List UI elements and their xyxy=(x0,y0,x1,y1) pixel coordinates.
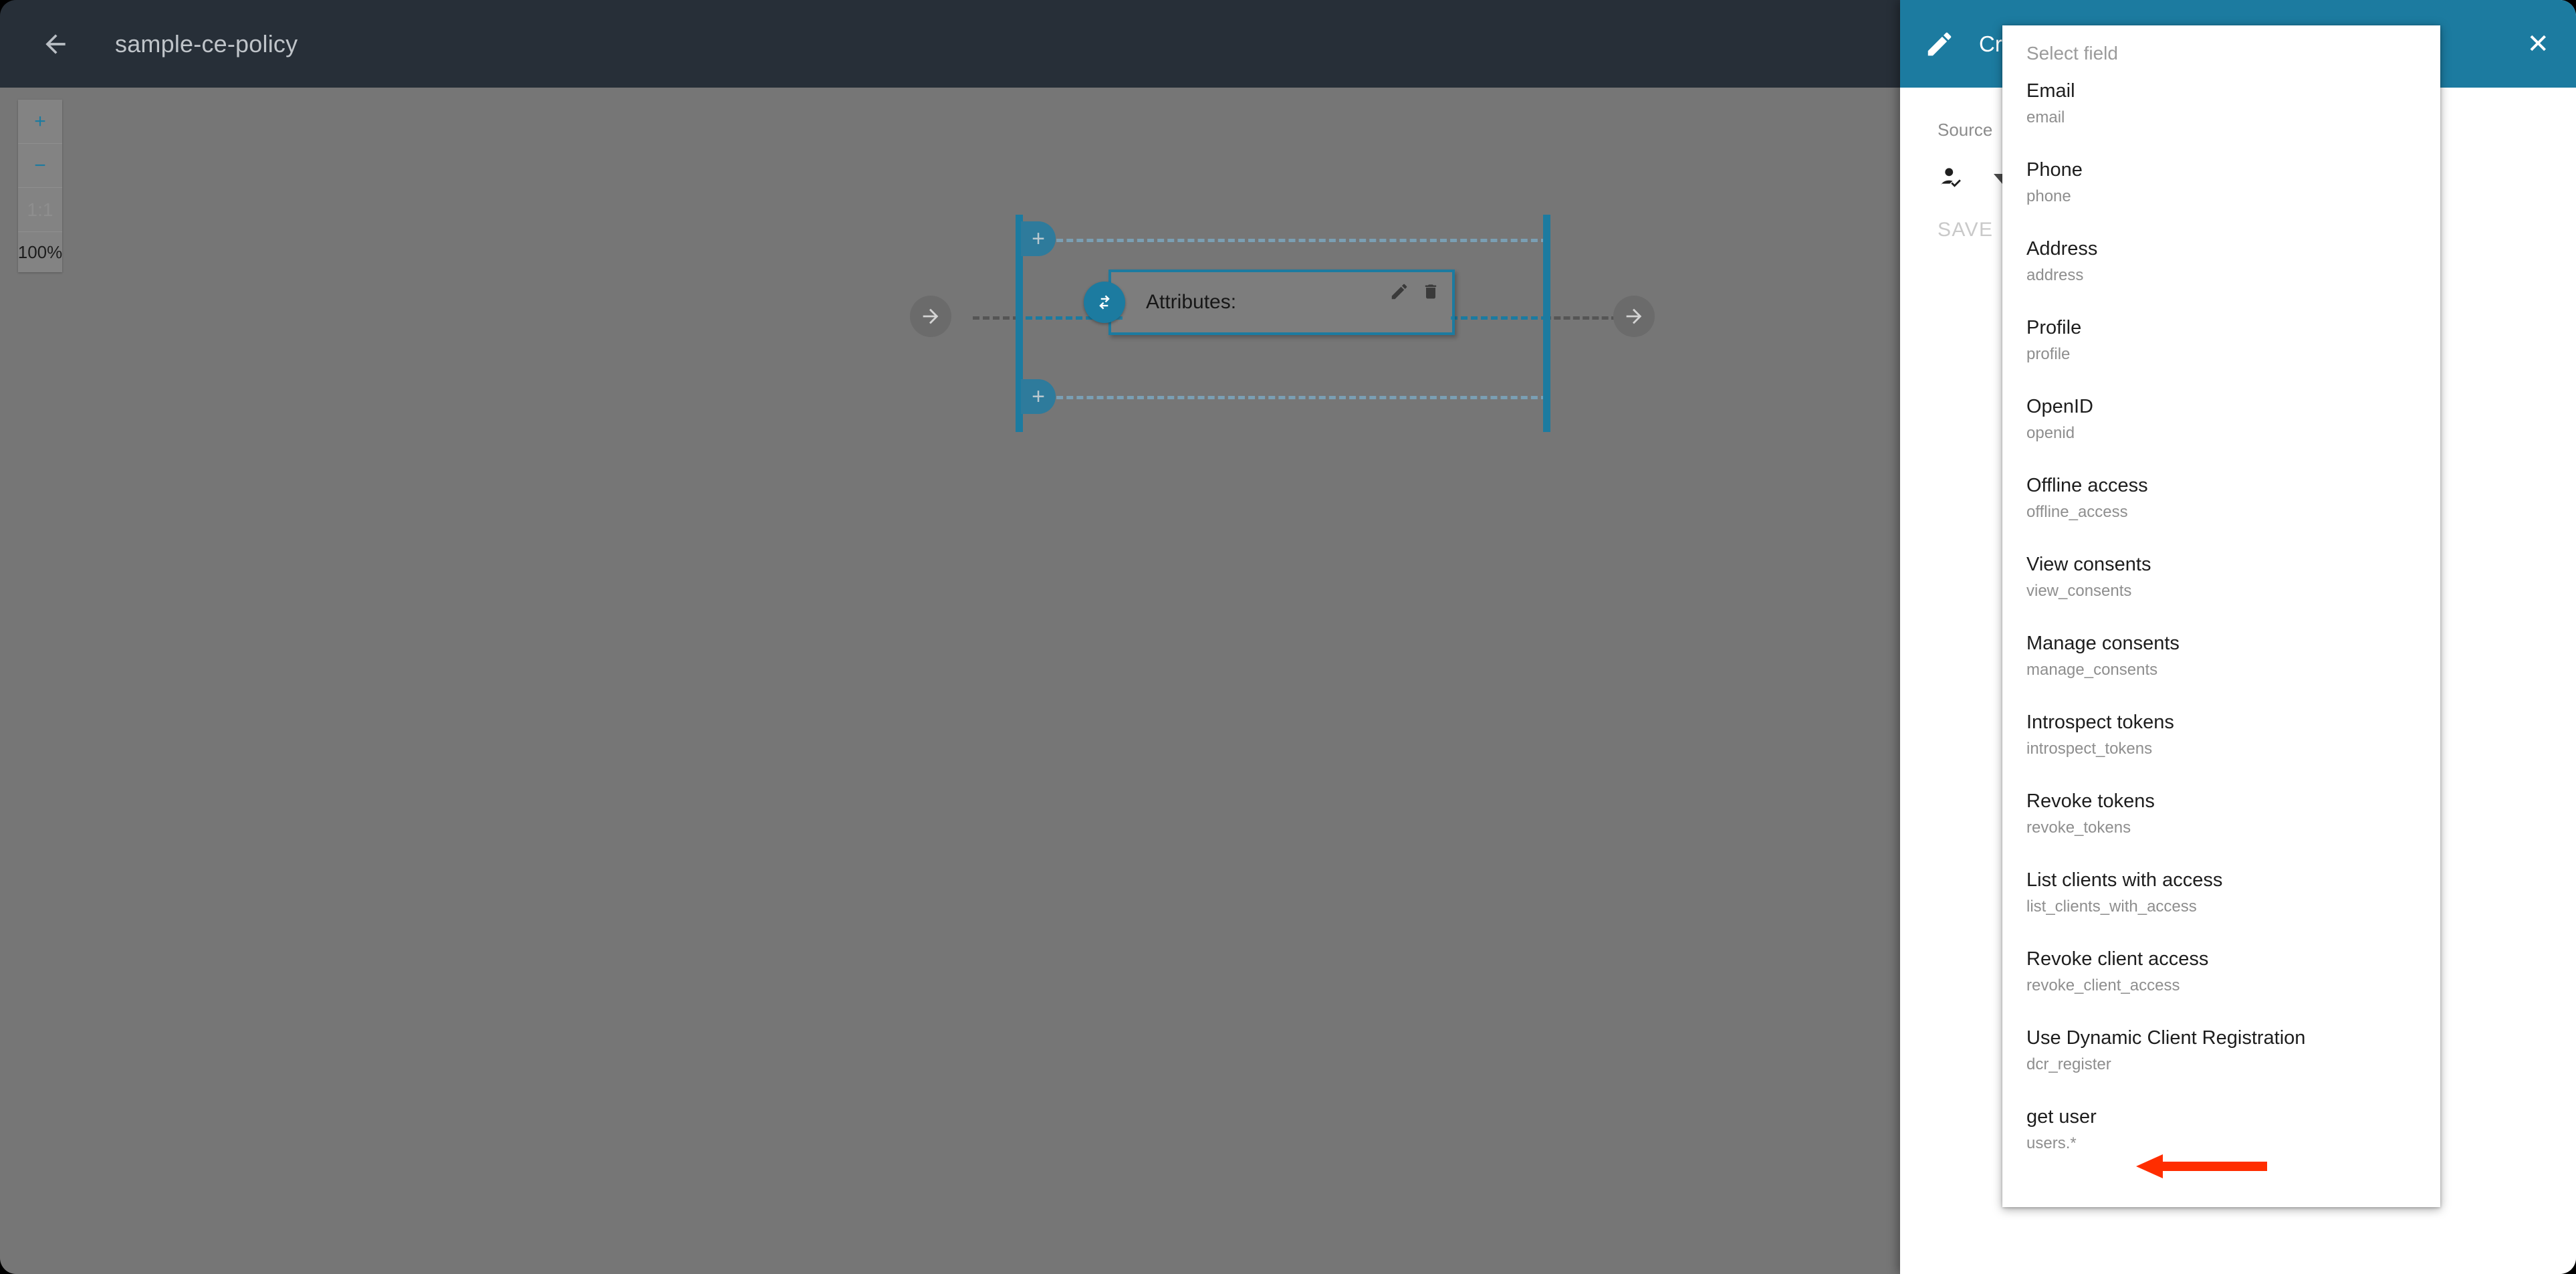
dropdown-option-label: Revoke client access xyxy=(2026,948,2209,970)
arrow-right-icon xyxy=(1626,308,1642,324)
dropdown-option-label: Offline access xyxy=(2026,474,2148,496)
dropdown-placeholder: Select field xyxy=(2026,43,2118,64)
dropdown-option-label: OpenID xyxy=(2026,395,2093,417)
dropdown-option-label: Address xyxy=(2026,237,2098,259)
connector-end-segment xyxy=(1544,316,1618,320)
attributes-join-badge[interactable] xyxy=(1084,282,1125,323)
dropdown-option[interactable]: Email email xyxy=(2002,64,2440,143)
dropdown-option-label: Use Dynamic Client Registration xyxy=(2026,1027,2306,1049)
dropdown-option-label: Phone xyxy=(2026,158,2083,181)
arrow-left-icon xyxy=(45,33,66,54)
dropdown-option-label: Introspect tokens xyxy=(2026,711,2174,733)
save-button[interactable]: SAVE xyxy=(1938,219,1993,241)
add-branch-top-button[interactable]: + xyxy=(1021,221,1056,256)
dropdown-option[interactable]: Manage consents manage_consents xyxy=(2002,617,2440,696)
dropdown-option-value: email xyxy=(2026,108,2065,126)
pencil-icon xyxy=(1924,29,1955,60)
connector-branch-bottom xyxy=(1046,396,1548,399)
dropdown-option-value: view_consents xyxy=(2026,581,2132,600)
plus-icon: + xyxy=(1032,226,1045,251)
dropdown-option-label: Manage consents xyxy=(2026,632,2180,654)
dropdown-option[interactable]: Offline access offline_access xyxy=(2002,459,2440,538)
connector-branch-top xyxy=(1046,239,1548,242)
flow-start-node[interactable] xyxy=(910,296,951,337)
dropdown-option-label: get user xyxy=(2026,1105,2097,1128)
dropdown-option-label: Revoke tokens xyxy=(2026,790,2155,812)
dropdown-option-list: Email email Phone phone Address address Profil… xyxy=(2002,64,2440,1169)
dropdown-option-value: offline_access xyxy=(2026,502,2128,521)
pencil-icon[interactable] xyxy=(1389,282,1409,305)
dropdown-option[interactable]: View consents view_consents xyxy=(2002,538,2440,617)
person-check-icon xyxy=(1938,162,1968,196)
dropdown-option-label: List clients with access xyxy=(2026,869,2223,891)
dropdown-option-value: address xyxy=(2026,266,2084,284)
close-icon[interactable]: ✕ xyxy=(2527,31,2549,58)
join-bar-right[interactable] xyxy=(1543,215,1550,432)
add-branch-bottom-button[interactable]: + xyxy=(1021,379,1056,414)
dropdown-option[interactable]: Revoke tokens revoke_tokens xyxy=(2002,774,2440,853)
dropdown-option-label: Profile xyxy=(2026,316,2082,338)
dropdown-option-label: Email xyxy=(2026,80,2075,102)
dropdown-option-value: openid xyxy=(2026,423,2075,442)
dropdown-option[interactable]: Use Dynamic Client Registration dcr_regis… xyxy=(2002,1011,2440,1090)
dropdown-option[interactable]: Phone phone xyxy=(2002,143,2440,222)
dropdown-option-value: dcr_register xyxy=(2026,1055,2111,1073)
dropdown-option[interactable]: List clients with access list_clients_wit… xyxy=(2002,853,2440,932)
merge-arrows-icon xyxy=(1099,295,1110,310)
attributes-node-label: Attributes: xyxy=(1146,291,1237,313)
dropdown-option[interactable]: Profile profile xyxy=(2002,301,2440,380)
dropdown-option-value: revoke_tokens xyxy=(2026,818,2131,837)
dropdown-option[interactable]: OpenID openid xyxy=(2002,380,2440,459)
dropdown-option-value: revoke_client_access xyxy=(2026,976,2180,994)
page-title: sample-ce-policy xyxy=(115,29,298,58)
application-window: sample-ce-policy + − 1:1 100% + + Attrib… xyxy=(0,0,2576,1274)
dropdown-option-label: View consents xyxy=(2026,553,2151,575)
dropdown-option-value: manage_consents xyxy=(2026,660,2158,679)
arrow-right-icon xyxy=(923,308,939,324)
dropdown-option[interactable]: Address address xyxy=(2002,222,2440,301)
dropdown-option-value: introspect_tokens xyxy=(2026,739,2153,758)
dropdown-option[interactable]: get user users.* xyxy=(2002,1090,2440,1169)
connector-main-right xyxy=(1451,316,1548,320)
dropdown-option[interactable]: Introspect tokens introspect_tokens xyxy=(2002,696,2440,774)
plus-icon: + xyxy=(1032,384,1045,409)
dropdown-option[interactable]: Revoke client access revoke_client_access xyxy=(2002,932,2440,1011)
field-select-dropdown[interactable]: Select field Email email Phone phone Address… xyxy=(2002,25,2440,1207)
dropdown-option-value: list_clients_with_access xyxy=(2026,897,2197,916)
dropdown-option-value: profile xyxy=(2026,344,2071,363)
dropdown-option-value: phone xyxy=(2026,187,2071,205)
connector-start-segment xyxy=(973,316,1020,320)
flow-end-node[interactable] xyxy=(1613,296,1655,337)
trash-icon[interactable] xyxy=(1421,282,1440,304)
attributes-node[interactable]: Attributes: xyxy=(1108,270,1455,335)
dropdown-option-value: users.* xyxy=(2026,1134,2077,1152)
attributes-node-actions xyxy=(1389,282,1440,305)
back-button[interactable] xyxy=(35,23,76,65)
